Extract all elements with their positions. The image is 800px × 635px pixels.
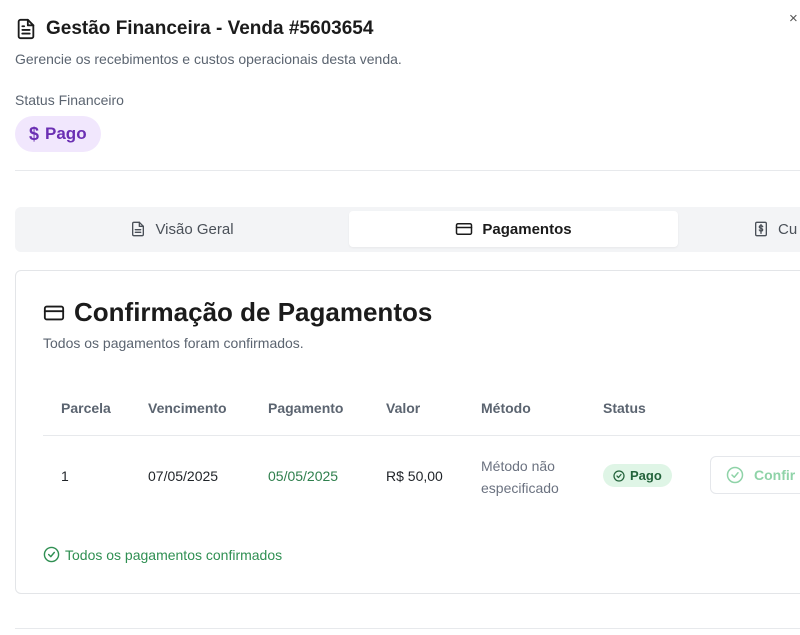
check-circle-icon xyxy=(43,546,60,563)
tab-bar: Visão Geral Pagamentos Cu xyxy=(15,207,800,252)
dialog-header: Gestão Financeira - Venda #5603654 xyxy=(15,18,373,40)
tab-label: Visão Geral xyxy=(155,220,234,238)
tab-pagamentos[interactable]: Pagamentos xyxy=(349,211,678,247)
cell-metodo: Método não especificado xyxy=(481,455,559,499)
card-description: Todos os pagamentos foram confirmados. xyxy=(43,335,304,351)
status-badge-text: Pago xyxy=(45,124,87,143)
column-header-status: Status xyxy=(603,400,646,416)
column-header-valor: Valor xyxy=(386,400,421,416)
cell-parcela: 1 xyxy=(61,468,69,484)
status-label: Status Financeiro xyxy=(15,92,124,108)
document-icon xyxy=(130,221,146,237)
check-circle-icon xyxy=(726,466,744,484)
divider xyxy=(15,628,800,629)
card-header: Confirmação de Pagamentos xyxy=(43,297,432,328)
tab-custos[interactable]: Cu xyxy=(753,211,800,247)
tab-label: Pagamentos xyxy=(482,220,572,238)
cell-metodo-line1: Método não xyxy=(481,458,555,474)
dialog-subtitle: Gerencie os recebimentos e custos operac… xyxy=(15,51,402,67)
column-header-pagamento: Pagamento xyxy=(268,400,344,416)
credit-card-icon xyxy=(43,303,65,323)
tab-visao-geral[interactable]: Visão Geral xyxy=(15,211,349,247)
column-header-parcela: Parcela xyxy=(61,400,111,416)
receipt-dollar-icon xyxy=(753,221,769,237)
card-title: Confirmação de Pagamentos xyxy=(74,297,433,327)
all-confirmed-note: Todos os pagamentos confirmados xyxy=(43,546,282,563)
dollar-icon: $ xyxy=(29,123,40,144)
column-header-vencimento: Vencimento xyxy=(148,400,227,416)
cell-valor: R$ 50,00 xyxy=(386,468,443,484)
credit-card-icon xyxy=(455,221,473,237)
table-header-divider xyxy=(43,435,800,436)
divider xyxy=(15,170,800,171)
status-badge-text: Pago xyxy=(630,468,662,483)
close-button[interactable]: × xyxy=(789,10,798,27)
cell-vencimento: 07/05/2025 xyxy=(148,468,219,484)
column-header-metodo: Método xyxy=(481,400,531,416)
tab-label: Cu xyxy=(778,220,798,238)
confirm-button-label: Confir xyxy=(754,467,796,483)
confirm-payment-button[interactable]: Confir xyxy=(710,456,800,494)
check-circle-icon xyxy=(613,469,625,482)
all-confirmed-text: Todos os pagamentos confirmados xyxy=(65,546,283,563)
cell-pagamento: 05/05/2025 xyxy=(268,468,339,484)
financial-status-badge: $ Pago xyxy=(15,116,101,152)
cell-metodo-line2: especificado xyxy=(481,480,559,496)
status-badge: Pago xyxy=(603,464,672,487)
document-icon xyxy=(15,18,37,40)
dialog-title: Gestão Financeira - Venda #5603654 xyxy=(46,18,374,39)
